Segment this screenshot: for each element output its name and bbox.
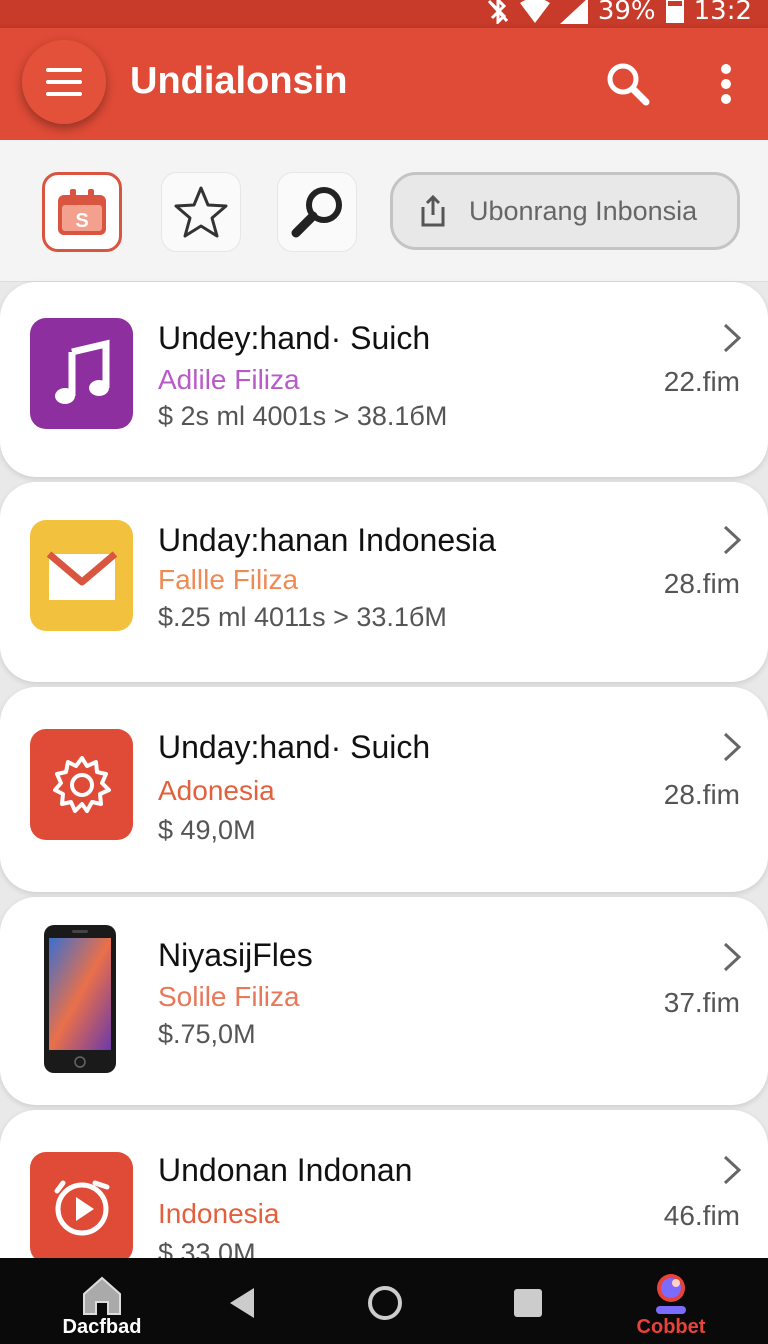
nav-profile-label: Cobbet <box>636 1316 706 1338</box>
more-dot-icon <box>721 94 731 104</box>
app-title: Undialonsin <box>130 60 348 102</box>
chevron-right-icon <box>723 323 742 353</box>
clock: 13:2 <box>693 0 752 26</box>
bluetooth-off-icon <box>487 0 508 24</box>
app-subtitle: Adonesia <box>158 775 275 806</box>
nav-profile[interactable]: Cobbet <box>628 1272 714 1339</box>
app-title-text: Undonan Indonan <box>158 1152 413 1188</box>
calendar-tool-button[interactable]: S <box>42 172 122 252</box>
calendar-icon: S <box>58 189 106 235</box>
magnifier-icon <box>291 187 342 238</box>
signal-icon <box>559 0 588 24</box>
app-icon <box>30 729 133 840</box>
mail-envelope-icon <box>46 550 117 600</box>
favorites-tool-button[interactable] <box>161 172 241 252</box>
region-filter-label: Ubonrang Inbonsia <box>469 195 698 226</box>
search-button[interactable] <box>604 60 652 108</box>
nav-dashboard-label: Dacfbad <box>62 1316 142 1338</box>
home-button[interactable] <box>366 1284 404 1322</box>
profile-icon <box>656 1274 686 1314</box>
home-icon <box>83 1276 121 1315</box>
app-subtitle: Solile Filiza <box>158 981 300 1012</box>
battery-icon <box>665 0 684 23</box>
battery-percent: 39% <box>597 0 656 26</box>
app-meta: $ 49,0M <box>158 815 256 845</box>
app-title-text: Unday:hand· Suich <box>158 729 431 765</box>
app-size: 28.fim <box>663 568 740 599</box>
app-meta: $ 2s ml 4001s > 38.1бM <box>158 401 448 431</box>
list-item[interactable]: NiyasijFles Solile Filiza $.75,0M 37.fim <box>0 897 768 1105</box>
app-meta: $.25 ml 4011s > 33.1бM <box>158 602 447 632</box>
app-subtitle: Indonesia <box>158 1198 280 1229</box>
back-button[interactable] <box>226 1286 258 1320</box>
star-icon <box>174 186 228 238</box>
app-icon <box>30 318 133 429</box>
nav-dashboard[interactable]: Dacfbad <box>58 1274 146 1339</box>
status-icons: 39% 13:2 <box>486 0 752 26</box>
app-bar: Undialonsin <box>0 28 768 140</box>
wifi-icon <box>519 0 550 23</box>
app-icon <box>30 520 133 631</box>
hamburger-menu-icon <box>46 68 82 96</box>
search-icon <box>607 63 650 106</box>
status-bar: 39% 13:2 <box>0 0 768 28</box>
chevron-right-icon <box>723 942 742 972</box>
more-dot-icon <box>721 64 731 74</box>
chevron-right-icon <box>723 732 742 762</box>
app-icon <box>28 919 132 1079</box>
list-item[interactable]: Unday:hand· Suich Adonesia $ 49,0M 28.fi… <box>0 687 768 892</box>
music-note-icon <box>54 339 109 404</box>
filter-toolbar: S Ubonrang Inbonsia <box>0 140 768 282</box>
chevron-right-icon <box>723 525 742 555</box>
menu-button[interactable] <box>22 40 106 124</box>
app-meta: $.75,0M <box>158 1019 256 1049</box>
svg-text:S: S <box>75 210 88 232</box>
recents-square-icon <box>514 1289 542 1317</box>
bottom-navigation: Dacfbad Cobbet <box>0 1258 768 1344</box>
app-size: 22.fim <box>663 366 740 397</box>
app-title-text: Unday:hanan Indonesia <box>158 522 497 558</box>
app-subtitle: Adlile Filiza <box>158 364 300 395</box>
app-title-text: Undey:hand· Suich <box>158 320 431 356</box>
more-dot-icon <box>721 79 731 89</box>
search-tool-button[interactable] <box>277 172 357 252</box>
app-size: 46.fim <box>663 1200 740 1231</box>
app-subtitle: Fallle Filiza <box>158 564 299 595</box>
app-size: 28.fim <box>663 779 740 810</box>
region-filter-button[interactable]: Ubonrang Inbonsia <box>390 172 740 250</box>
more-options-button[interactable] <box>710 58 742 110</box>
list-item[interactable]: Unday:hanan Indonesia Fallle Filiza $.25… <box>0 482 768 682</box>
chevron-right-icon <box>723 1155 742 1185</box>
gear-icon <box>52 755 111 813</box>
app-icon <box>30 1152 133 1263</box>
list-item[interactable]: Undey:hand· Suich Adlile Filiza $ 2s ml … <box>0 282 768 477</box>
app-size: 37.fim <box>663 987 740 1018</box>
play-circle-icon <box>54 1180 109 1235</box>
back-triangle-icon <box>230 1288 254 1318</box>
app-title-text: NiyasijFles <box>158 937 313 973</box>
home-circle-icon <box>368 1286 402 1320</box>
smartphone-icon <box>44 925 116 1073</box>
share-icon <box>421 195 445 227</box>
recents-button[interactable] <box>512 1288 544 1318</box>
